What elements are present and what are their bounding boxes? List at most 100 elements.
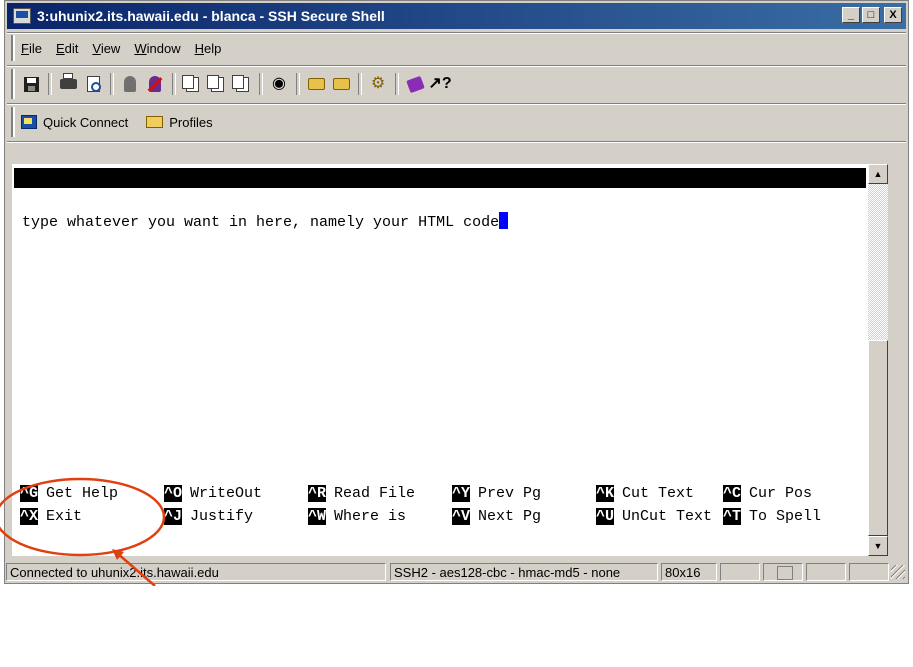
text-cursor (499, 212, 509, 229)
shortcut-label: Where is (334, 508, 407, 525)
toolbar-separator (48, 73, 52, 95)
shortcut-label: Next Pg (478, 508, 542, 525)
encryption-status: SSH2 - aes128-cbc - hmac-md5 - none (390, 563, 658, 581)
menubar-divider (7, 32, 906, 34)
shortcut-exit[interactable]: ^X Exit (20, 507, 82, 527)
shortcut-label: To Spell (749, 508, 822, 525)
quick-connect-label: Quick Connect (43, 114, 129, 130)
toolbar-separator (259, 73, 263, 95)
quickbar-divider (7, 103, 906, 105)
terminal-size: 80x16 (661, 563, 717, 581)
pico-header: UW PICO(tm) 4.6 File: filename Modified (14, 168, 866, 246)
paste-icon[interactable] (206, 74, 227, 94)
gear-icon[interactable]: ⚙ (368, 74, 388, 94)
print-preview-icon[interactable] (83, 74, 103, 94)
shortcut-label: Get Help (46, 485, 119, 502)
shortcut-label: Cur Pos (749, 485, 813, 502)
status-lock-cell (763, 563, 803, 581)
window-title: 3:uhunix2.its.hawaii.edu - blanca - SSH … (37, 8, 385, 24)
shortcut-row-2: ^X Exit ^J Justify ^W Where is ^V Next Pg ^U… (20, 507, 821, 527)
shortcut-label: Cut Text (622, 485, 695, 502)
folder-icon[interactable] (331, 74, 351, 94)
shortcut-key: ^R (308, 485, 327, 502)
shortcut-label: Prev Pg (478, 485, 542, 502)
shortcut-to-spell[interactable]: ^T To Spell (723, 507, 821, 527)
shortcut-key: ^J (164, 508, 183, 525)
profiles-button[interactable]: Profiles (146, 114, 213, 130)
close-button[interactable]: X (884, 7, 902, 23)
user-icon[interactable] (120, 74, 140, 94)
shortcut-label: Exit (46, 508, 83, 525)
quick-connect-bar: Quick Connect Profiles (13, 107, 231, 137)
shortcut-writeout[interactable]: ^O WriteOut (164, 484, 262, 504)
toolbar-separator (358, 73, 362, 95)
context-help-icon[interactable]: ↗? (428, 74, 451, 94)
shortcut-read-file[interactable]: ^R Read File (308, 484, 415, 504)
menu-help[interactable]: Help (195, 41, 222, 56)
shortcut-key: ^U (596, 508, 615, 525)
shortcut-key: ^V (452, 508, 471, 525)
shortcut-next-pg[interactable]: ^V Next Pg (452, 507, 541, 527)
folder-icon (146, 116, 164, 128)
terminal-divider (7, 141, 906, 143)
scroll-up-button[interactable]: ▲ (868, 164, 888, 184)
shortcut-justify[interactable]: ^J Justify (164, 507, 253, 527)
settings-icon[interactable] (306, 74, 326, 94)
shortcut-prev-pg[interactable]: ^Y Prev Pg (452, 484, 541, 504)
ssh-terminal-icon[interactable] (13, 8, 31, 24)
shortcut-cut-text[interactable]: ^K Cut Text (596, 484, 694, 504)
menu-window[interactable]: Window (134, 41, 180, 56)
terminal-area[interactable]: UW PICO(tm) 4.6 File: filename Modified … (12, 164, 868, 556)
shortcut-key: ^W (308, 508, 327, 525)
maximize-button[interactable]: □ (862, 7, 880, 23)
toolbar-separator (110, 73, 114, 95)
menu-edit[interactable]: Edit (56, 41, 78, 56)
shortcut-label: Read File (334, 485, 416, 502)
resize-grip[interactable] (891, 565, 905, 579)
toolbar: ◉ ⚙ ↗? (13, 69, 455, 99)
status-empty-cell-3 (849, 563, 889, 581)
status-bar: Connected to uhunix2.its.hawaii.edu SSH2… (4, 561, 907, 583)
toolbar-divider (7, 65, 906, 67)
connection-status: Connected to uhunix2.its.hawaii.edu (6, 563, 386, 581)
copy-icon[interactable] (181, 74, 202, 94)
status-empty-cell (720, 563, 760, 581)
shortcut-key: ^Y (452, 485, 471, 502)
shortcut-key: ^X (20, 508, 39, 525)
shortcut-cur-pos[interactable]: ^C Cur Pos (723, 484, 812, 504)
shortcut-uncut-text[interactable]: ^U UnCut Text (596, 507, 712, 527)
paste-special-icon[interactable] (231, 74, 252, 94)
terminal-text: type whatever you want in here, namely y… (22, 214, 500, 231)
user-disconnect-icon[interactable] (145, 74, 165, 94)
toolbar-separator (395, 73, 399, 95)
vertical-scrollbar[interactable]: ▲ ▼ (868, 164, 888, 556)
shortcut-label: UnCut Text (622, 508, 713, 525)
shortcut-key: ^C (723, 485, 742, 502)
shortcut-label: WriteOut (190, 485, 263, 502)
shortcut-where-is[interactable]: ^W Where is (308, 507, 406, 527)
scroll-down-button[interactable]: ▼ (868, 536, 888, 556)
toolbar-separator (296, 73, 300, 95)
profiles-label: Profiles (169, 114, 213, 130)
find-icon[interactable]: ◉ (269, 74, 289, 94)
help-book-icon[interactable] (405, 74, 425, 94)
minimize-button[interactable]: _ (842, 7, 860, 23)
shortcut-label: Justify (190, 508, 254, 525)
print-icon[interactable] (58, 73, 78, 94)
shortcut-row-1: ^G Get Help ^O WriteOut ^R Read File ^Y Prev… (20, 484, 812, 504)
shortcut-key: ^K (596, 485, 615, 502)
title-bar[interactable]: 3:uhunix2.its.hawaii.edu - blanca - SSH … (7, 3, 906, 29)
menu-file[interactable]: File (21, 41, 42, 56)
quick-connect-button[interactable]: Quick Connect (21, 115, 128, 130)
terminal-text-line: type whatever you want in here, namely y… (22, 212, 509, 231)
shortcut-get-help[interactable]: ^G Get Help (20, 484, 118, 504)
menu-view[interactable]: View (92, 41, 120, 56)
save-icon[interactable] (21, 74, 41, 94)
shortcut-key: ^G (20, 485, 39, 502)
scroll-thumb[interactable] (868, 340, 888, 536)
shortcut-key: ^O (164, 485, 183, 502)
pico-modified-flag: Modified (754, 229, 827, 246)
pico-version: UW PICO(tm) 4.6 (26, 189, 162, 206)
lock-icon (776, 566, 793, 580)
quick-connect-icon (21, 115, 37, 129)
